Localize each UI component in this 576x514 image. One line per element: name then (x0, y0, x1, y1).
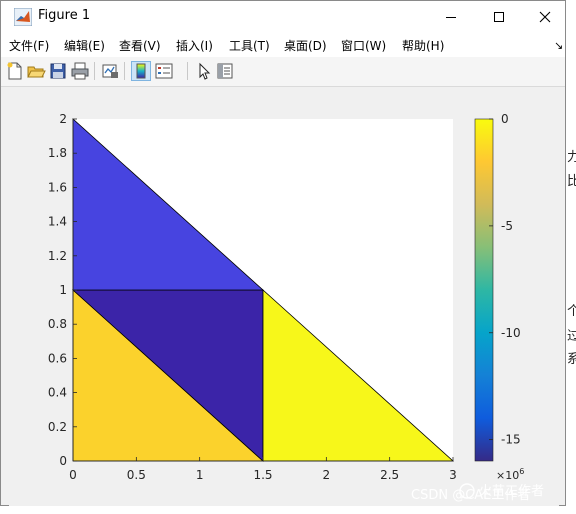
colorbar-icon (136, 63, 146, 79)
background-text: 个 (567, 304, 576, 319)
legend-button[interactable] (154, 61, 174, 81)
open-button[interactable] (26, 61, 46, 81)
menu-desktop[interactable]: 桌面(D) (284, 37, 327, 54)
close-icon (539, 11, 551, 23)
toolbar-separator (187, 62, 188, 80)
menu-bar: 文件(F) 编辑(E) 查看(V) 插入(I) 工具(T) 桌面(D) 窗口(W… (1, 32, 565, 57)
figure-window: Figure 1 文件(F) 编辑(E) 查看(V) 插入(I) 工具(T) 桌… (0, 0, 566, 506)
menu-insert[interactable]: 插入(I) (176, 37, 213, 54)
colorbar-tick-label: -15 (501, 433, 521, 447)
x-tick-label: 0 (69, 468, 77, 482)
menu-edit[interactable]: 编辑(E) (64, 37, 105, 54)
pointer-button[interactable] (194, 61, 214, 81)
y-tick-label: 1.6 (48, 180, 67, 194)
background-text: 力 (567, 150, 576, 165)
minimize-button[interactable] (428, 1, 474, 32)
menu-file[interactable]: 文件(F) (9, 37, 49, 54)
menu-help[interactable]: 帮助(H) (402, 37, 444, 54)
window-title: Figure 1 (38, 8, 91, 23)
minimize-icon (446, 17, 456, 18)
menu-view[interactable]: 查看(V) (119, 37, 161, 54)
y-tick-label: 0.8 (48, 317, 67, 331)
new-figure-button[interactable] (5, 61, 25, 81)
x-tick-label: 2 (323, 468, 331, 482)
colorbar-tick-label: -5 (501, 219, 513, 233)
background-right-strip (566, 0, 576, 514)
background-text: 系 (567, 352, 576, 367)
watermark-text: CSDN @CAE工作者 (411, 488, 530, 503)
save-button[interactable] (48, 61, 68, 81)
y-tick-label: 0.6 (48, 351, 67, 365)
y-tick-label: 0.2 (48, 420, 67, 434)
x-tick-label: 3 (449, 468, 457, 482)
property-inspector-icon (217, 63, 233, 79)
y-tick-label: 2 (59, 112, 67, 126)
colorbar-ticks: 0 -5 -10 -15 (489, 112, 521, 447)
close-button[interactable] (522, 1, 568, 32)
title-bar[interactable]: Figure 1 (1, 1, 565, 32)
property-inspector-button[interactable] (215, 61, 235, 81)
save-icon (50, 63, 66, 79)
link-plot-button[interactable] (100, 61, 120, 81)
menu-tools[interactable]: 工具(T) (229, 37, 270, 54)
y-tick-label: 1 (59, 283, 67, 297)
print-icon (71, 62, 89, 80)
menu-overflow-arrow[interactable]: ↘ (554, 39, 563, 52)
x-tick-label: 1.5 (253, 468, 272, 482)
y-tick-label: 0.4 (48, 386, 67, 400)
menu-window[interactable]: 窗口(W) (341, 37, 386, 54)
y-tick-label: 1.4 (48, 215, 67, 229)
maximize-icon (494, 12, 504, 22)
toolbar (1, 57, 565, 87)
new-figure-icon (7, 62, 22, 80)
x-tick-label: 1 (196, 468, 204, 482)
legend-icon (155, 63, 173, 79)
y-tick-label: 1.8 (48, 146, 67, 160)
figure-canvas[interactable]: 0 0.5 1 1.5 2 2.5 3 0 0.2 0.4 0.6 0.8 1 1.2 1.4 1.6 1.8… (9, 87, 559, 506)
colorbar-tick-label: 0 (501, 112, 509, 126)
background-text: 比 (567, 174, 576, 189)
plot-svg[interactable]: 0 0.5 1 1.5 2 2.5 3 0 0.2 0.4 0.6 0.8 1 1.2 1.4 1.6 1.8… (9, 87, 559, 506)
x-tick-label: 0.5 (127, 468, 146, 482)
toolbar-separator (124, 62, 125, 80)
watermark: 火苗工作者 CSDN @CAE工作者 (411, 483, 544, 503)
x-tick-label: 2.5 (380, 468, 399, 482)
y-tick-label: 0 (59, 454, 67, 468)
y-tick-label: 1.2 (48, 249, 67, 263)
background-text: 过 (567, 329, 576, 344)
link-plot-icon (102, 64, 118, 78)
pointer-icon (199, 62, 211, 80)
print-button[interactable] (70, 61, 90, 81)
colorbar-button[interactable] (131, 61, 151, 81)
background-bottom-strip (0, 506, 576, 514)
matlab-logo-icon (14, 8, 32, 26)
colorbar-exponent: ×106 (496, 467, 524, 482)
open-icon (27, 66, 46, 78)
colorbar-tick-label: -10 (501, 326, 521, 340)
maximize-button[interactable] (476, 1, 522, 32)
colorbar[interactable] (474, 118, 494, 462)
toolbar-separator (94, 62, 95, 80)
